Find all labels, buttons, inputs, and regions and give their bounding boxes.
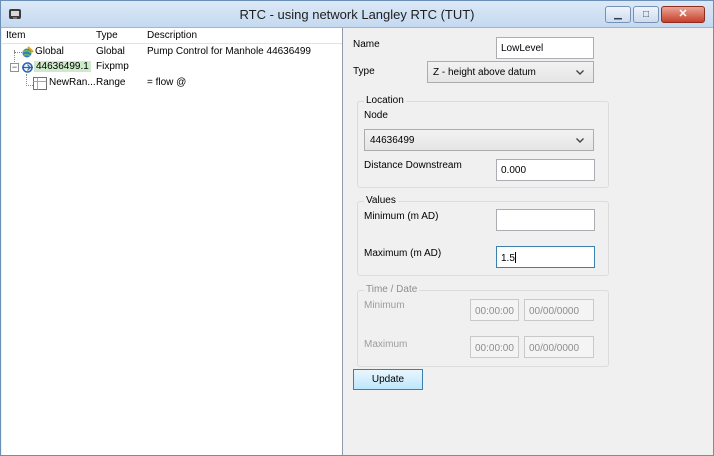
tree-item-label: NewRan... <box>49 77 96 88</box>
name-input[interactable]: LowLevel <box>496 37 594 59</box>
maximum-time-input[interactable]: 00:00:00 <box>470 336 519 358</box>
column-header-item[interactable]: Item <box>6 30 25 41</box>
text-caret <box>514 252 516 263</box>
tree-row[interactable]: Global Global Pump Control for Manhole 4… <box>2 45 342 60</box>
minimum-time-input[interactable]: 00:00:00 <box>470 299 519 321</box>
tree-item-label: 44636499.1 <box>34 61 91 72</box>
type-select[interactable]: Z - height above datum <box>427 61 594 83</box>
minimum-label: Minimum (m AD) <box>364 211 439 222</box>
tree-item-label: Global <box>35 46 64 57</box>
rtc-properties-pane: Name LowLevel Type Z - height above datu… <box>344 28 713 455</box>
maximum-date-input[interactable]: 00/00/0000 <box>524 336 594 358</box>
distance-downstream-input[interactable]: 0.000 <box>496 159 595 181</box>
collapse-icon[interactable]: − <box>10 63 19 72</box>
node-label: Node <box>364 110 388 121</box>
close-button[interactable]: ✕ <box>661 6 705 23</box>
rtc-window: RTC - using network Langley RTC (TUT) ▁ … <box>0 0 714 456</box>
minimize-button[interactable]: ▁ <box>605 6 631 23</box>
maximum-input-value: 1.5 <box>501 253 515 264</box>
type-label: Type <box>353 66 375 77</box>
update-button[interactable]: Update <box>353 369 423 390</box>
tree-description-label: Pump Control for Manhole 44636499 <box>147 46 311 57</box>
column-header-description[interactable]: Description <box>147 30 197 41</box>
time-date-legend: Time / Date <box>364 284 420 295</box>
tree-type-label: Fixpmp <box>96 61 129 72</box>
global-icon <box>22 46 34 58</box>
close-icon: ✕ <box>678 8 688 20</box>
location-group: Location Node 44636499 Distance Downstre… <box>357 95 609 188</box>
minimum-input[interactable] <box>496 209 595 231</box>
maximum-input[interactable]: 1.5 <box>496 246 595 268</box>
range-icon <box>33 77 47 90</box>
chevron-down-icon <box>576 138 584 143</box>
maximize-button[interactable]: □ <box>633 6 659 23</box>
pump-icon <box>22 62 33 73</box>
minimum-date-input[interactable]: 00/00/0000 <box>524 299 594 321</box>
tree-row[interactable]: NewRan... Range = flow @ <box>2 76 342 91</box>
title-bar[interactable]: RTC - using network Langley RTC (TUT) ▁ … <box>1 1 713 28</box>
node-select[interactable]: 44636499 <box>364 129 594 151</box>
tree-type-label: Global <box>96 46 125 57</box>
minimize-icon: ▁ <box>614 9 622 20</box>
type-select-value: Z - height above datum <box>433 67 536 78</box>
values-group: Values Minimum (m AD) Maximum (m AD) 1.5 <box>357 195 609 276</box>
time-date-group: Time / Date Minimum 00:00:00 00/00/0000 … <box>357 284 609 367</box>
location-legend: Location <box>364 95 406 106</box>
values-legend: Values <box>364 195 398 206</box>
rtc-tree-pane[interactable]: Item Type Description Global Global Pump… <box>2 28 343 455</box>
chevron-down-icon <box>576 70 584 75</box>
time-minimum-label: Minimum <box>364 300 405 311</box>
maximum-label: Maximum (m AD) <box>364 248 442 259</box>
name-label: Name <box>353 39 380 50</box>
distance-downstream-label: Distance Downstream <box>364 160 462 171</box>
tree-type-label: Range <box>96 77 126 88</box>
node-select-value: 44636499 <box>370 135 415 146</box>
tree-row[interactable]: − 44636499.1 Fixpmp <box>2 60 342 75</box>
tree-description-label: = flow @ <box>147 77 187 88</box>
time-maximum-label: Maximum <box>364 339 408 350</box>
maximize-icon: □ <box>642 9 650 20</box>
tree-column-headers: Item Type Description <box>2 28 342 44</box>
column-header-type[interactable]: Type <box>96 30 118 41</box>
